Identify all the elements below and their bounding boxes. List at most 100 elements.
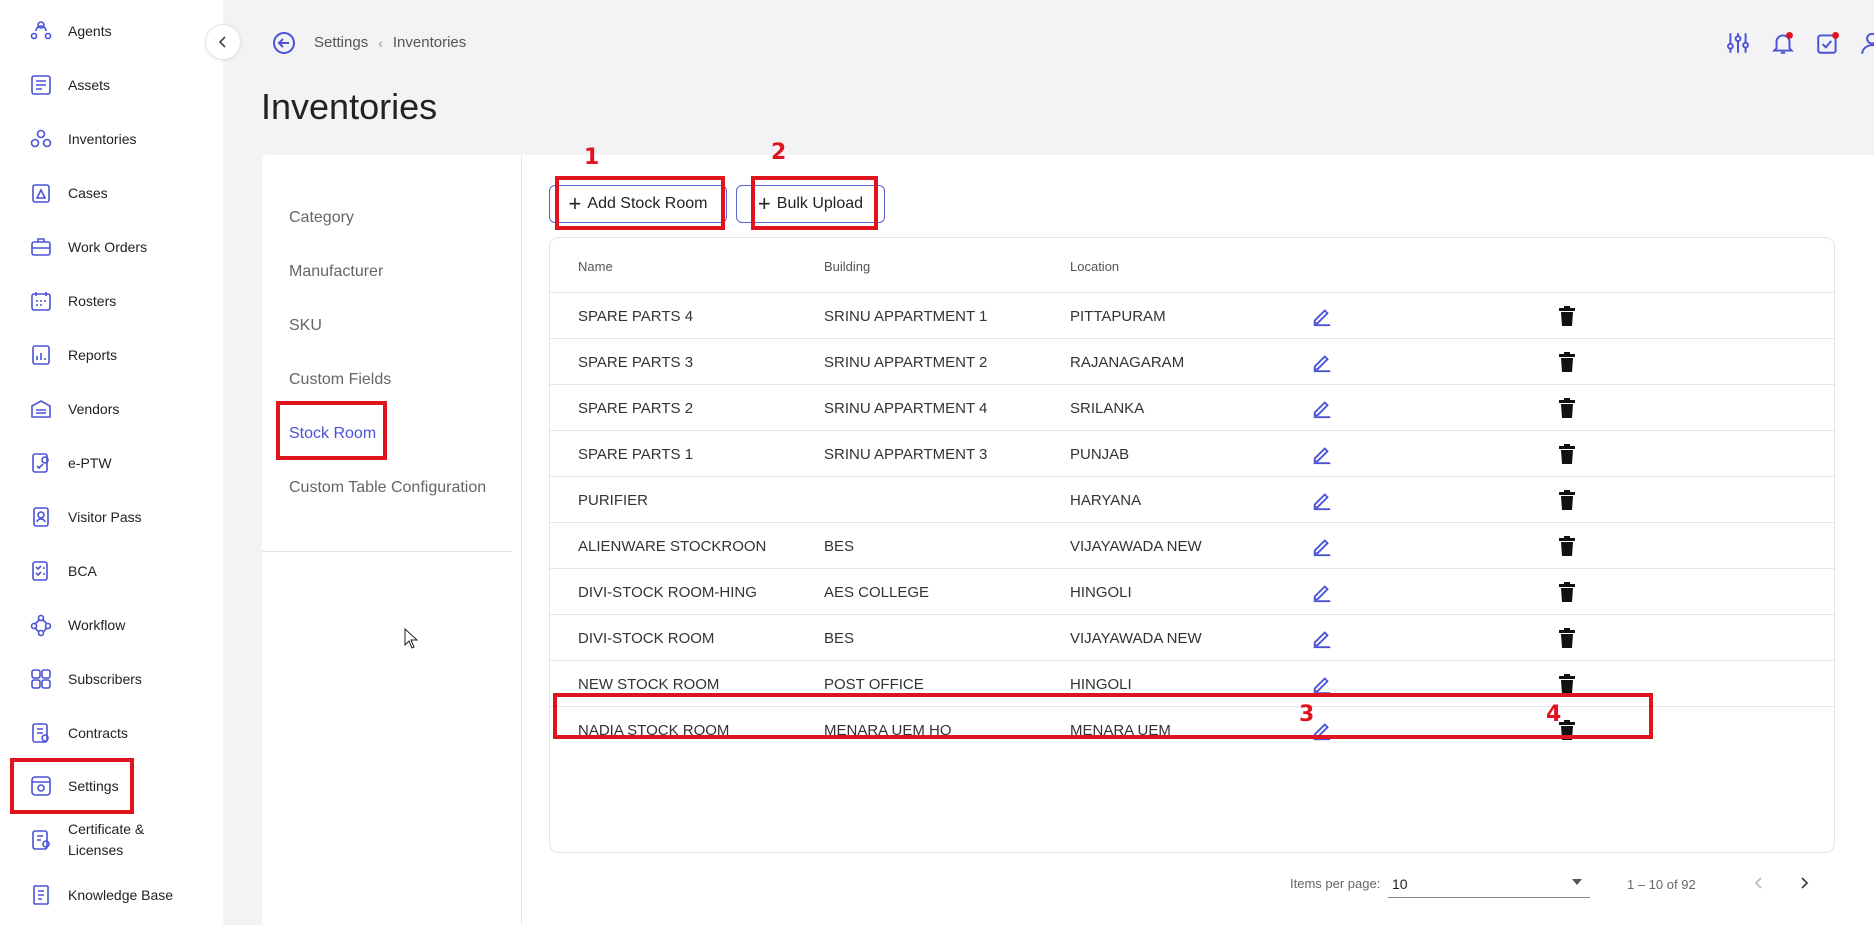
chevron-right-icon xyxy=(1801,877,1809,889)
sidebar-item-reports[interactable]: Reports xyxy=(0,328,223,382)
cell-location: SRILANKA xyxy=(1070,400,1145,417)
cell-building: SRINU APPARTMENT 3 xyxy=(824,446,988,463)
table-row[interactable]: SPARE PARTS 4 SRINU APPARTMENT 1 PITTAPURA… xyxy=(550,293,1834,339)
notification-bell-icon[interactable] xyxy=(1769,28,1797,58)
next-page-button[interactable] xyxy=(1789,868,1819,898)
annotation-number: 2 xyxy=(771,140,787,165)
stock-room-table: Name Building Location SPARE PARTS 4 SRIN… xyxy=(549,237,1835,853)
delete-icon[interactable] xyxy=(1555,580,1579,604)
cell-name: DIVI-STOCK ROOM-HING xyxy=(578,584,757,601)
delete-icon[interactable] xyxy=(1555,304,1579,328)
visitor-pass-icon xyxy=(28,504,54,530)
table-row[interactable]: DIVI-STOCK ROOM BES VIJAYAWADA NEW xyxy=(550,615,1834,661)
sidebar-item-label: Reports xyxy=(68,347,118,363)
delete-icon[interactable] xyxy=(1555,626,1579,650)
cases-icon xyxy=(28,180,54,206)
sidebar-item-e-ptw[interactable]: e-PTW xyxy=(0,436,223,490)
cell-name: SPARE PARTS 3 xyxy=(578,354,694,371)
settings-nav-category[interactable]: Category xyxy=(289,209,354,227)
cell-name: NEW STOCK ROOM xyxy=(578,676,720,693)
chevron-left-icon xyxy=(218,36,226,48)
column-header-name[interactable]: Name xyxy=(578,259,613,274)
sidebar-item-label: BCA xyxy=(68,563,97,579)
page-title: Inventories xyxy=(261,86,438,127)
pagination-range: 1 – 10 of 92 xyxy=(1627,877,1696,892)
cell-name: SPARE PARTS 2 xyxy=(578,400,694,417)
sidebar-item-label: Rosters xyxy=(68,293,117,309)
table-row[interactable]: SPARE PARTS 1 SRINU APPARTMENT 3 PUNJAB xyxy=(550,431,1834,477)
items-per-page-select[interactable]: 10 xyxy=(1388,870,1590,898)
table-row[interactable]: PURIFIER HARYANA xyxy=(550,477,1834,523)
cell-location: VIJAYAWADA NEW xyxy=(1070,630,1202,647)
delete-icon[interactable] xyxy=(1555,350,1579,374)
sidebar-item-contracts[interactable]: Contracts xyxy=(0,706,223,760)
previous-page-button[interactable] xyxy=(1744,868,1774,898)
table-row[interactable]: SPARE PARTS 2 SRINU APPARTMENT 4 SRILANKA xyxy=(550,385,1834,431)
chevron-left-icon xyxy=(1754,877,1762,889)
edit-icon[interactable] xyxy=(1310,488,1334,512)
filter-sliders-icon[interactable] xyxy=(1724,28,1752,58)
dropdown-caret-icon xyxy=(1572,879,1582,885)
sidebar-item-rosters[interactable]: Rosters xyxy=(0,274,223,328)
back-button[interactable] xyxy=(271,30,297,56)
settings-nav: Category Manufacturer SKU Custom Fields Stoc… xyxy=(262,155,522,925)
settings-nav-custom-fields[interactable]: Custom Fields xyxy=(289,371,391,389)
annotation-number: 1 xyxy=(584,145,600,170)
subscribers-icon xyxy=(28,666,54,692)
edit-icon[interactable] xyxy=(1310,304,1334,328)
edit-icon[interactable] xyxy=(1310,534,1334,558)
cell-name: PURIFIER xyxy=(578,492,649,509)
edit-icon[interactable] xyxy=(1310,350,1334,374)
annotation-number: 3 xyxy=(1299,702,1315,727)
cell-location: HARYANA xyxy=(1070,492,1142,509)
annotation-box-row xyxy=(553,693,1653,739)
task-calendar-icon[interactable] xyxy=(1814,28,1842,58)
delete-icon[interactable] xyxy=(1555,442,1579,466)
cell-building: POST OFFICE xyxy=(824,676,924,693)
settings-nav-manufacturer[interactable]: Manufacturer xyxy=(289,263,383,281)
delete-icon[interactable] xyxy=(1555,534,1579,558)
cell-name: ALIENWARE STOCKROON xyxy=(578,538,767,555)
vendors-icon xyxy=(28,396,54,422)
column-header-location[interactable]: Location xyxy=(1070,259,1119,274)
sidebar-item-vendors[interactable]: Vendors xyxy=(0,382,223,436)
sidebar-item-label: Subscribers xyxy=(68,671,142,687)
work-orders-icon xyxy=(28,234,54,260)
table-row[interactable]: ALIENWARE STOCKROON BES VIJAYAWADA NEW xyxy=(550,523,1834,569)
delete-icon[interactable] xyxy=(1555,488,1579,512)
breadcrumb-settings-link[interactable]: Settings xyxy=(314,34,368,51)
cell-building: SRINU APPARTMENT 2 xyxy=(824,354,988,371)
edit-icon[interactable] xyxy=(1310,396,1334,420)
edit-icon[interactable] xyxy=(1310,580,1334,604)
table-row[interactable]: DIVI-STOCK ROOM-HING AES COLLEGE HINGOLI xyxy=(550,569,1834,615)
sidebar-item-label: Assets xyxy=(68,77,111,93)
edit-icon[interactable] xyxy=(1310,626,1334,650)
sidebar-item-subscribers[interactable]: Subscribers xyxy=(0,652,223,706)
mouse-cursor-icon xyxy=(404,628,419,649)
sidebar-item-inventories[interactable]: Inventories xyxy=(0,112,223,166)
settings-nav-sku[interactable]: SKU xyxy=(289,317,322,335)
sidebar-item-workflow[interactable]: Workflow xyxy=(0,598,223,652)
edit-icon[interactable] xyxy=(1310,442,1334,466)
annotation-box-add-stock-room xyxy=(555,176,725,230)
cell-location: HINGOLI xyxy=(1070,584,1132,601)
sidebar-item-knowledge-base[interactable]: Knowledge Base xyxy=(0,868,223,922)
table-header: Name Building Location xyxy=(550,238,1834,293)
sidebar-item-visitor-pass[interactable]: Visitor Pass xyxy=(0,490,223,544)
delete-icon[interactable] xyxy=(1555,396,1579,420)
collapse-sidebar-button[interactable] xyxy=(205,24,241,60)
table-row[interactable]: SPARE PARTS 3 SRINU APPARTMENT 2 RAJANAGAR… xyxy=(550,339,1834,385)
sidebar-item-work-orders[interactable]: Work Orders xyxy=(0,220,223,274)
cell-name: DIVI-STOCK ROOM xyxy=(578,630,715,647)
sidebar-item-agents[interactable]: Agents xyxy=(0,4,223,58)
cell-building: SRINU APPARTMENT 4 xyxy=(824,400,988,417)
sidebar-item-bca[interactable]: BCA xyxy=(0,544,223,598)
column-header-building[interactable]: Building xyxy=(824,259,870,274)
sidebar-item-assets[interactable]: Assets xyxy=(0,58,223,112)
annotation-box-bulk-upload xyxy=(751,176,878,230)
settings-nav-custom-table-configuration[interactable]: Custom Table Configuration xyxy=(289,479,486,497)
sidebar-item-certificate-licenses[interactable]: Certificate & Licenses xyxy=(0,813,223,867)
chevron-left-icon: ‹ xyxy=(378,34,383,51)
user-profile-icon[interactable] xyxy=(1858,28,1874,58)
sidebar-item-cases[interactable]: Cases xyxy=(0,166,223,220)
